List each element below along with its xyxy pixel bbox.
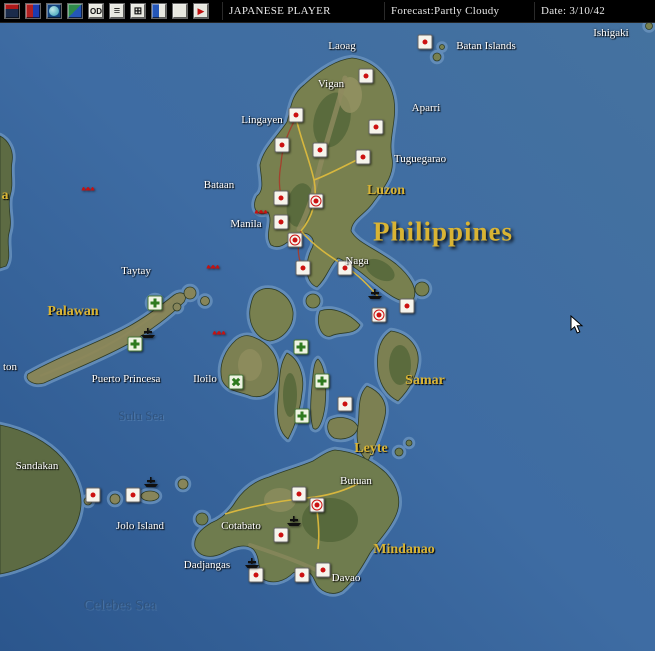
taskforce-marker[interactable] (140, 327, 156, 339)
grid-button[interactable]: ⊞ (130, 3, 146, 19)
base-marker[interactable] (287, 232, 303, 248)
base-marker[interactable] (417, 34, 433, 50)
toolbar-buttons: OD ≡ ⊞ ▶ (4, 3, 209, 19)
terrain-button[interactable] (67, 3, 83, 19)
base-marker[interactable] (337, 260, 353, 276)
app-window: Philippines Luzon Palawan Samar Leyte Mindana… (0, 0, 655, 651)
taskforce-marker[interactable] (286, 515, 302, 527)
base-marker[interactable] (399, 298, 415, 314)
toolbar-divider (384, 2, 385, 20)
base-marker[interactable] (273, 214, 289, 230)
taskforce-marker[interactable] (81, 183, 96, 192)
forecast-label: Forecast:Partly Cloudy (391, 5, 500, 17)
play-button[interactable]: ▶ (193, 3, 209, 19)
taskforce-marker[interactable] (244, 557, 260, 569)
map-artwork (0, 0, 655, 651)
airbase-marker[interactable] (293, 339, 309, 355)
od-button[interactable]: OD (88, 3, 104, 19)
base-marker[interactable] (288, 107, 304, 123)
date-label: Date: 3/10/42 (541, 5, 606, 17)
player-label: JAPANESE PLAYER (229, 5, 331, 17)
taskforce-marker[interactable] (367, 288, 383, 300)
base-marker[interactable] (291, 486, 307, 502)
toolbar: OD ≡ ⊞ ▶ JAPANESE PLAYER Forecast:Partly Cl… (0, 0, 655, 23)
map-canvas[interactable]: Philippines Luzon Palawan Samar Leyte Mindana… (0, 0, 655, 651)
base-marker[interactable] (337, 396, 353, 412)
base-marker[interactable] (294, 567, 310, 583)
list-button[interactable]: ≡ (109, 3, 125, 19)
toolbar-divider (534, 2, 535, 20)
base-marker[interactable] (371, 307, 387, 323)
base-marker[interactable] (295, 260, 311, 276)
base-marker[interactable] (273, 190, 289, 206)
base-marker[interactable] (308, 193, 324, 209)
taskforce-marker[interactable] (206, 261, 221, 270)
taskforce-marker[interactable] (212, 327, 227, 336)
airbase-marker[interactable] (228, 374, 244, 390)
base-marker[interactable] (309, 497, 325, 513)
globe-button[interactable] (46, 3, 62, 19)
taskforce-marker[interactable] (143, 476, 159, 488)
airbase-marker[interactable] (314, 373, 330, 389)
airbase-marker[interactable] (294, 408, 310, 424)
airbase-marker[interactable] (147, 295, 163, 311)
window-button[interactable] (151, 3, 167, 19)
base-marker[interactable] (248, 567, 264, 583)
base-marker[interactable] (125, 487, 141, 503)
base-marker[interactable] (312, 142, 328, 158)
base-marker[interactable] (355, 149, 371, 165)
monitor-button[interactable] (4, 3, 20, 19)
flag-button[interactable] (25, 3, 41, 19)
base-marker[interactable] (273, 527, 289, 543)
taskforce-marker[interactable] (254, 206, 269, 215)
base-marker[interactable] (315, 562, 331, 578)
base-marker[interactable] (274, 137, 290, 153)
base-marker[interactable] (85, 487, 101, 503)
blank-button[interactable] (172, 3, 188, 19)
base-marker[interactable] (358, 68, 374, 84)
toolbar-divider (222, 2, 223, 20)
base-marker[interactable] (368, 119, 384, 135)
